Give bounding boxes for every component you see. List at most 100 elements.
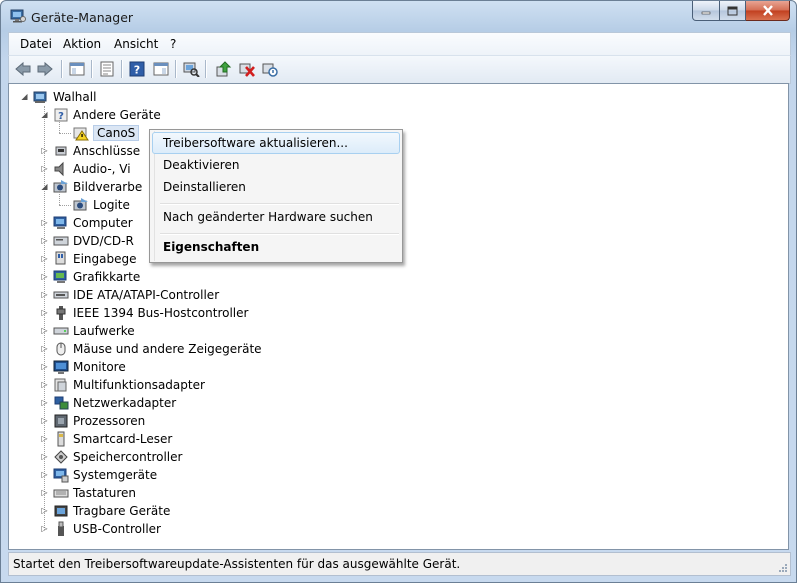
menu-properties[interactable]: Eigenschaften <box>163 240 259 254</box>
tree-category-item[interactable]: Eingabege <box>53 250 137 268</box>
show-hide-console-tree-icon <box>69 62 85 76</box>
update-driver-icon <box>216 61 232 77</box>
forward-icon <box>37 61 53 77</box>
expand-arrow-icon[interactable]: ▷ <box>40 470 49 479</box>
tree-category-item[interactable]: Grafikkarte <box>53 268 140 286</box>
tree-category-item[interactable]: Prozessoren <box>53 412 145 430</box>
tree-category-item[interactable]: DVD/CD-R <box>53 232 134 250</box>
forward-button[interactable] <box>35 60 55 78</box>
tree-category-item[interactable]: Tragbare Geräte <box>53 502 170 520</box>
category-label: Monitore <box>73 360 126 374</box>
expand-arrow-icon[interactable]: ▷ <box>40 488 49 497</box>
minimize-button[interactable] <box>692 1 720 21</box>
menu-datei[interactable]: Datei <box>20 37 52 51</box>
action-pane-button[interactable] <box>151 60 171 78</box>
category-label: USB-Controller <box>73 522 161 536</box>
category-label: Tragbare Geräte <box>73 504 171 518</box>
expand-arrow-icon[interactable]: ▷ <box>40 236 49 245</box>
tree-category-item[interactable]: IEEE 1394 Bus-Hostcontroller <box>53 304 248 322</box>
context-menu: Treibersoftware aktualisieren... Deaktiv… <box>149 129 403 263</box>
tree-device-item[interactable]: Logite <box>73 196 130 214</box>
close-button[interactable] <box>746 1 790 21</box>
menu-scan-hardware[interactable]: Nach geänderter Hardware suchen <box>163 210 373 224</box>
expand-arrow-icon[interactable]: ▷ <box>40 308 49 317</box>
console-tree-button[interactable] <box>67 60 87 78</box>
resize-grip-icon[interactable] <box>778 563 788 573</box>
expand-arrow-icon[interactable]: ▷ <box>40 146 49 155</box>
category-label: Speichercontroller <box>73 450 183 464</box>
expand-arrow-icon[interactable]: ▷ <box>40 362 49 371</box>
monitor-icon <box>53 360 69 374</box>
dvd-drive-icon <box>53 236 69 246</box>
tree-root[interactable]: Walhall <box>33 88 96 106</box>
tree-device-item[interactable]: CanoS <box>73 124 140 142</box>
expand-arrow-icon[interactable]: ▷ <box>40 434 49 443</box>
maximize-button[interactable] <box>720 1 746 21</box>
tree-category-item[interactable]: ? Andere Geräte <box>53 106 161 124</box>
disable-icon <box>262 63 278 77</box>
tree-category-item[interactable]: Computer <box>53 214 133 232</box>
tree-category-item[interactable]: Netzwerkadapter <box>53 394 176 412</box>
title-bar[interactable]: Geräte-Manager <box>1 1 796 31</box>
tree-category-item[interactable]: Anschlüsse <box>53 142 140 160</box>
expand-arrow-icon[interactable]: ▷ <box>40 416 49 425</box>
expand-arrow-icon[interactable]: ▷ <box>40 506 49 515</box>
back-button[interactable] <box>13 60 33 78</box>
expand-arrow-icon[interactable]: ▷ <box>40 524 49 533</box>
status-bar: Startet den Treibersoftwareupdate-Assist… <box>8 552 791 576</box>
tree-category-item[interactable]: Multifunktionsadapter <box>53 376 205 394</box>
uninstall-button[interactable] <box>237 60 257 78</box>
category-label: Prozessoren <box>73 414 146 428</box>
expand-arrow-icon[interactable]: ▷ <box>40 326 49 335</box>
tree-category-item[interactable]: Audio-, Vi <box>53 160 131 178</box>
expand-arrow-icon[interactable]: ▷ <box>40 344 49 353</box>
expand-arrow-icon[interactable]: ▷ <box>40 254 49 263</box>
tree-category-item[interactable]: USB-Controller <box>53 520 161 538</box>
tree-category-item[interactable]: Monitore <box>53 358 126 376</box>
expand-arrow-icon[interactable]: ▷ <box>40 272 49 281</box>
category-label: Andere Geräte <box>73 108 161 122</box>
category-label: Anschlüsse <box>73 144 141 158</box>
menu-help[interactable]: ? <box>170 37 176 51</box>
tree-category-item[interactable]: Mäuse und andere Zeigegeräte <box>53 340 262 358</box>
usb-icon <box>58 521 64 536</box>
menu-aktion[interactable]: Aktion <box>63 37 101 51</box>
disk-drive-icon <box>53 327 69 335</box>
expand-arrow-icon[interactable]: ▷ <box>40 380 49 389</box>
scan-hardware-button[interactable] <box>181 60 201 78</box>
tree-category-item[interactable]: Laufwerke <box>53 322 135 340</box>
help-button[interactable]: ? <box>127 60 147 78</box>
tree-category-item[interactable]: IDE ATA/ATAPI-Controller <box>53 286 219 304</box>
tree-category-item[interactable]: Smartcard-Leser <box>53 430 172 448</box>
tree-category-item[interactable]: Speichercontroller <box>53 448 182 466</box>
expand-arrow-icon[interactable]: ▷ <box>40 398 49 407</box>
expand-arrow-icon[interactable]: ▷ <box>40 164 49 173</box>
category-label: Eingabege <box>73 252 137 266</box>
category-label: Smartcard-Leser <box>73 432 173 446</box>
collapse-arrow-icon[interactable]: ◢ <box>20 92 29 101</box>
menu-ansicht[interactable]: Ansicht <box>114 37 158 51</box>
toolbar: ? <box>8 55 791 84</box>
category-label: Tastaturen <box>73 486 136 500</box>
tree-category-item[interactable]: Systemgeräte <box>53 466 157 484</box>
tree-category-item[interactable]: Tastaturen <box>53 484 136 502</box>
menu-update-driver[interactable]: Treibersoftware aktualisieren... <box>163 136 348 150</box>
expand-arrow-icon[interactable]: ▷ <box>40 218 49 227</box>
tree-category-item[interactable]: Bildverarbe <box>53 178 142 196</box>
menu-uninstall[interactable]: Deinstallieren <box>163 180 246 194</box>
expand-arrow-icon[interactable]: ▷ <box>40 452 49 461</box>
update-driver-button[interactable] <box>214 60 234 78</box>
port-icon <box>55 146 67 156</box>
back-icon <box>15 61 31 77</box>
storage-controller-icon <box>54 450 68 464</box>
properties-button[interactable] <box>97 60 117 78</box>
disable-button[interactable] <box>260 60 280 78</box>
collapse-arrow-icon[interactable]: ◢ <box>40 182 49 191</box>
computer-icon <box>53 216 67 229</box>
expand-arrow-icon[interactable]: ▷ <box>40 290 49 299</box>
device-label: CanoS <box>93 125 140 141</box>
collapse-arrow-icon[interactable]: ◢ <box>40 110 49 119</box>
menu-disable[interactable]: Deaktivieren <box>163 158 239 172</box>
category-label: IDE ATA/ATAPI-Controller <box>73 288 220 302</box>
unknown-device-icon: ? <box>54 108 68 122</box>
